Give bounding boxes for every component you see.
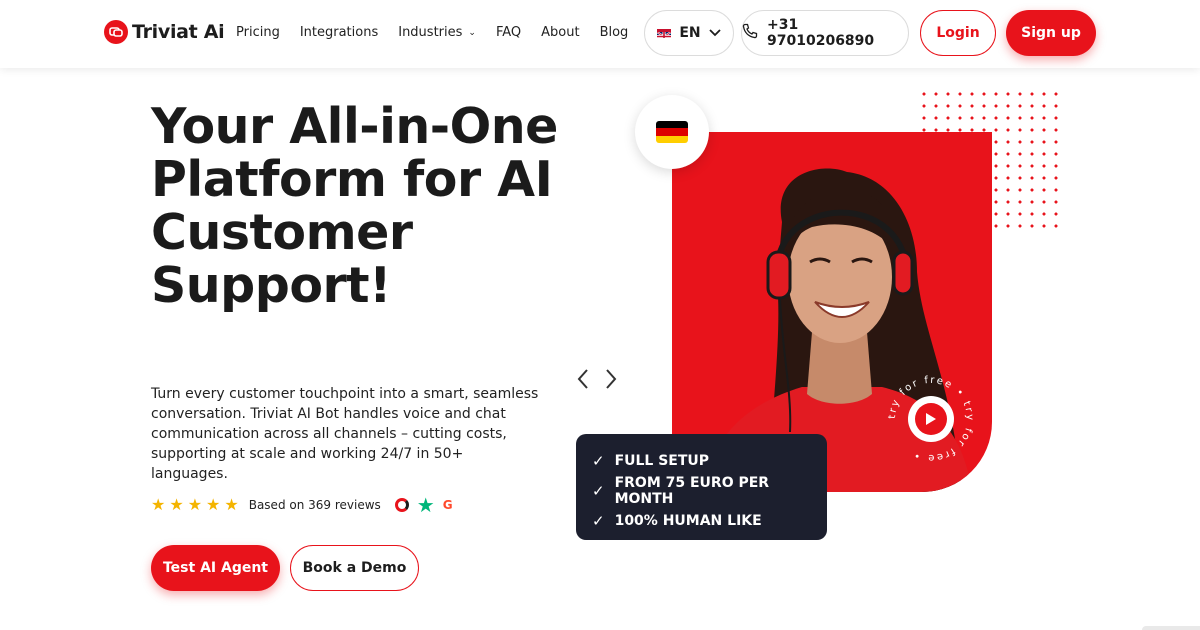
uk-flag-icon (657, 28, 672, 38)
star-icon: ★ (151, 495, 166, 514)
nav-blog-label: Blog (599, 25, 629, 40)
feature-item: ✓ 100% HUMAN LIKE (592, 506, 827, 536)
features-card: ✓ FULL SETUP ✓ FROM 75 EURO PER MONTH ✓ … (576, 434, 827, 540)
chevron-down-icon: ⌄ (468, 27, 476, 38)
play-button[interactable] (908, 396, 954, 442)
language-selector[interactable]: EN (644, 10, 734, 56)
site-header: Triviat Ai Pricing Integrations Industri… (0, 0, 1200, 68)
nav-pricing-label: Pricing (236, 25, 280, 40)
nav-industries[interactable]: Industries ⌄ (398, 25, 476, 40)
nav-about[interactable]: About (541, 25, 579, 40)
try-for-free-play-badge[interactable]: try for free • try for free • (886, 374, 976, 464)
feature-item: ✓ FROM 75 EURO PER MONTH (592, 475, 827, 507)
feature-label: FROM 75 EURO PER MONTH (614, 475, 770, 507)
check-icon: ✓ (592, 452, 605, 470)
chevron-right-icon[interactable] (604, 368, 618, 396)
page-corner-widget (1142, 626, 1200, 630)
logo-icon (104, 20, 128, 44)
hero-description: Turn every customer touchpoint into a sm… (151, 386, 539, 482)
phone-icon (742, 23, 758, 43)
language-code: EN (679, 25, 701, 41)
nav-faq[interactable]: FAQ (496, 25, 521, 40)
feature-label: 100% HUMAN LIKE (614, 513, 762, 529)
nav-integrations[interactable]: Integrations (300, 25, 378, 40)
star-rating: ★ ★ ★ ★ ★ (151, 495, 239, 514)
nav-faq-label: FAQ (495, 25, 522, 40)
trustpilot-icon[interactable]: ★ (417, 495, 435, 515)
capterra-icon[interactable] (394, 497, 409, 512)
phone-button[interactable]: +31 97010206890 (741, 10, 909, 56)
review-sites: ★ G (394, 495, 453, 515)
nav-pricing[interactable]: Pricing (236, 25, 280, 40)
star-icon: ★ (169, 495, 184, 514)
hero-title: Your All-in-One Platform for AI Customer… (151, 98, 558, 314)
main-nav: Pricing Integrations Industries ⌄ FAQ Abo… (236, 25, 648, 40)
review-count-text: Based on 369 reviews (248, 497, 381, 512)
carousel-controls (576, 368, 618, 396)
star-icon: ★ (187, 495, 203, 514)
signup-button[interactable]: Sign up (1006, 10, 1096, 56)
nav-blog[interactable]: Blog (600, 25, 629, 40)
login-button[interactable]: Login (920, 10, 996, 56)
check-icon: ✓ (592, 482, 605, 500)
germany-flag-icon (656, 121, 688, 143)
play-icon (915, 403, 947, 435)
check-icon: ✓ (592, 512, 605, 530)
brand-logo[interactable]: Triviat Ai (104, 20, 225, 44)
star-icon: ★ (224, 495, 239, 514)
feature-label: FULL SETUP (614, 453, 710, 469)
star-icon: ★ (206, 495, 221, 514)
brand-name: Triviat Ai (132, 21, 225, 43)
test-ai-agent-button[interactable]: Test AI Agent (151, 545, 280, 591)
book-demo-button[interactable]: Book a Demo (290, 545, 419, 591)
nav-industries-label: Industries (398, 25, 463, 40)
feature-item: ✓ FULL SETUP (592, 446, 827, 476)
chevron-down-icon (709, 25, 721, 41)
phone-number: +31 97010206890 (767, 17, 875, 49)
nav-about-label: About (541, 25, 580, 40)
g2-icon[interactable]: G (443, 498, 453, 512)
review-summary: ★ ★ ★ ★ ★ Based on 369 reviews ★ G (151, 495, 453, 515)
language-flag-badge (635, 95, 709, 169)
chevron-left-icon[interactable] (576, 368, 590, 396)
nav-integrations-label: Integrations (299, 25, 379, 40)
